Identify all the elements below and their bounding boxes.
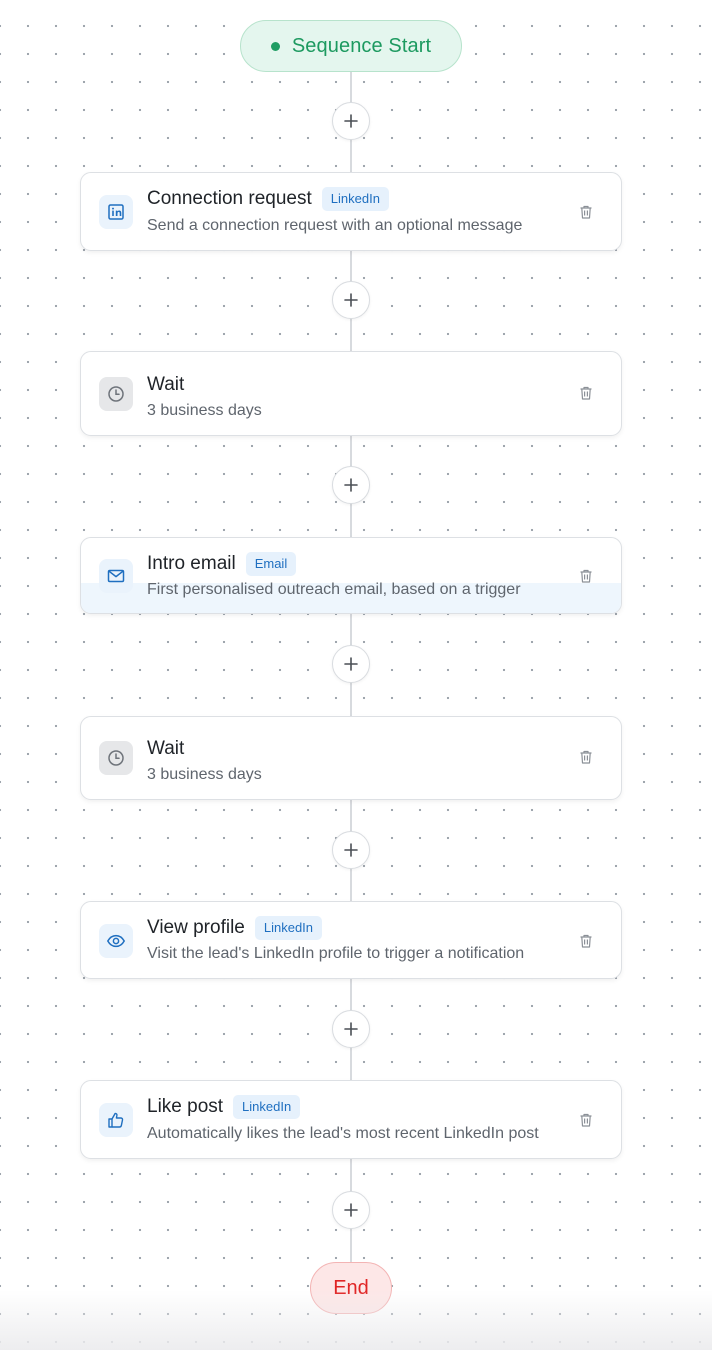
add-step-button[interactable] [332,1010,370,1048]
add-step-button[interactable] [332,831,370,869]
step-description: Visit the lead's LinkedIn profile to tri… [147,945,525,962]
channel-badge: LinkedIn [233,1095,301,1119]
trash-icon [580,386,592,400]
step-card-wait[interactable]: Wait 3 business days [80,716,622,800]
step-title: Like post [147,1096,224,1117]
step-description: Automatically likes the lead's most rece… [147,1125,539,1142]
step-card-like-post[interactable]: Like post LinkedIn Automatically likes t… [80,1080,622,1159]
delete-step-button[interactable] [575,201,597,223]
channel-badge: Email [245,552,297,576]
step-card-connection-request[interactable]: Connection request LinkedIn Send a conne… [80,172,622,251]
step-card-intro-email[interactable]: Intro email Email First personalised out… [80,537,622,614]
channel-badge: LinkedIn [321,187,389,211]
sequence-canvas[interactable]: Sequence Start Connection request Linked… [0,0,712,1350]
status-dot [270,41,280,51]
eye-icon [107,934,125,948]
step-title: Wait [147,738,185,759]
trash-icon [580,205,592,219]
envelope-icon [107,569,125,583]
delete-step-button[interactable] [575,1109,597,1131]
step-description: Send a connection request with an option… [147,217,523,234]
step-title: Wait [147,374,185,395]
clock-icon [108,386,124,402]
trash-icon [580,750,592,764]
step-description: First personalised outreach email, based… [147,581,521,598]
trash-icon [580,1113,592,1127]
step-card-wait[interactable]: Wait 3 business days [80,351,622,436]
delete-step-button[interactable] [575,565,597,587]
thumbs-up-icon [108,1112,124,1128]
plus-icon [344,1022,358,1036]
step-icon-box [99,741,133,775]
trash-icon [580,934,592,948]
step-icon-box [99,1103,133,1137]
step-description: 3 business days [147,766,262,783]
delete-step-button[interactable] [575,746,597,768]
linkedin-icon [108,204,124,220]
channel-badge: LinkedIn [254,916,323,940]
plus-icon [344,478,358,492]
trash-icon [580,569,592,583]
step-description: 3 business days [147,402,262,419]
step-card-view-profile[interactable]: View profile LinkedIn Visit the lead's L… [80,901,622,979]
sequence-start-label: Sequence Start [291,34,432,57]
sequence-start-node: Sequence Start [240,20,462,72]
step-icon-box [99,559,133,593]
plus-icon [344,657,358,671]
delete-step-button[interactable] [575,382,597,404]
add-step-button[interactable] [332,1191,370,1229]
step-icon-box [99,195,133,229]
bottom-fade [0,1290,712,1350]
add-step-button[interactable] [332,281,370,319]
delete-step-button[interactable] [575,930,597,952]
plus-icon [344,293,358,307]
plus-icon [344,114,358,128]
add-step-button[interactable] [332,645,370,683]
step-icon-box [99,924,133,958]
plus-icon [344,1203,358,1217]
clock-icon [108,750,124,766]
step-icon-box [99,377,133,411]
step-title: Connection request [147,188,312,209]
plus-icon [344,843,358,857]
step-title: Intro email [147,553,236,574]
add-step-button[interactable] [332,466,370,504]
add-step-button[interactable] [332,102,370,140]
step-title: View profile [147,917,245,938]
